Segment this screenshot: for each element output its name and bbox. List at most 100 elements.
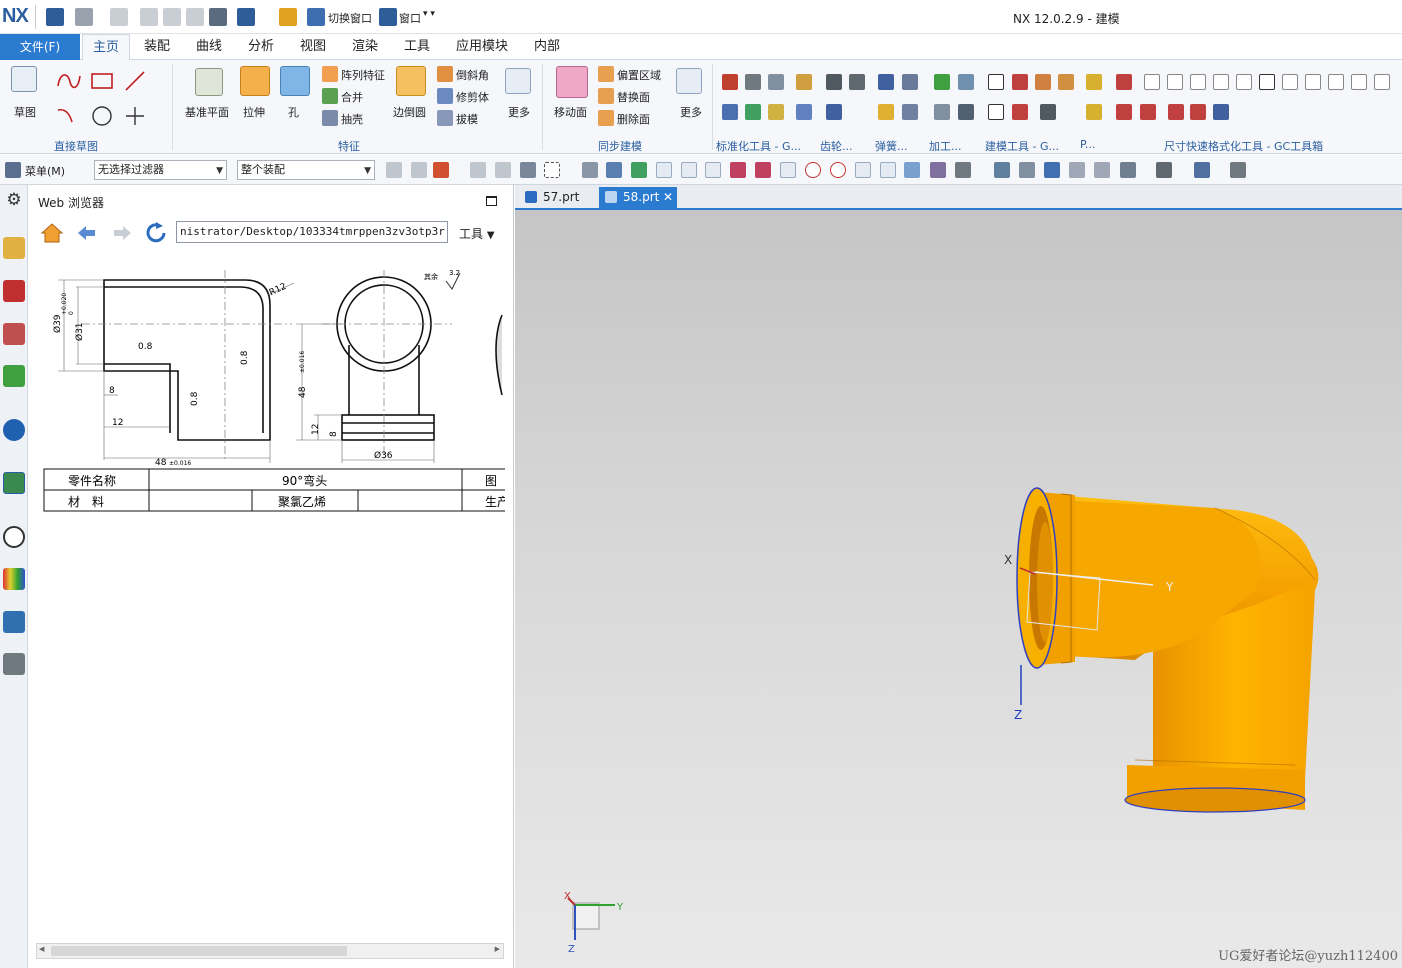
tab-internal[interactable]: 内部 <box>526 34 568 60</box>
snap-icon[interactable] <box>904 162 920 178</box>
modeling-tool-icon[interactable] <box>988 104 1004 120</box>
snap-icon[interactable] <box>955 162 971 178</box>
graphics-viewport[interactable]: X Y Z X Y Z UG爱好者论坛@yuzh112400 <box>515 210 1402 968</box>
more-features-label[interactable]: 更多 <box>508 104 530 120</box>
edit-icon[interactable] <box>279 8 297 26</box>
edge-blend-label[interactable]: 边倒圆 <box>393 104 426 120</box>
dim-format-icon[interactable] <box>1236 74 1252 90</box>
unite-label[interactable]: 合并 <box>341 89 363 105</box>
snap-icon[interactable] <box>805 162 821 178</box>
snap-icon[interactable] <box>880 162 896 178</box>
select-rectangle-icon[interactable] <box>544 162 560 178</box>
snap-icon[interactable] <box>631 162 647 178</box>
cut-icon[interactable] <box>140 8 158 26</box>
hole-label[interactable]: 孔 <box>288 104 299 120</box>
extrude-label[interactable]: 拉伸 <box>243 104 265 120</box>
repeat-command-icon[interactable] <box>209 8 227 26</box>
more-sync-icon[interactable] <box>676 68 702 94</box>
replace-face-label[interactable]: 替换面 <box>617 89 650 105</box>
dim-format-icon[interactable] <box>1259 74 1275 90</box>
snap-icon[interactable] <box>705 162 721 178</box>
edge-blend-icon[interactable] <box>396 66 426 96</box>
tab-tools[interactable]: 工具 <box>396 34 438 60</box>
dim-format-icon[interactable] <box>1374 74 1390 90</box>
std-tool-icon[interactable] <box>745 104 761 120</box>
sketch-curves-icons[interactable] <box>54 68 154 128</box>
view-icon[interactable] <box>1120 162 1136 178</box>
more-sync-label[interactable]: 更多 <box>680 104 702 120</box>
scroll-right-icon[interactable]: ▶ <box>495 945 500 953</box>
switch-window-icon[interactable] <box>307 8 325 26</box>
dim-format-icon[interactable] <box>1167 74 1183 90</box>
selection-scope-select[interactable]: 整个装配 ▼ <box>237 160 375 180</box>
menu-icon[interactable] <box>5 162 21 178</box>
dim-format-icon[interactable] <box>1213 104 1229 120</box>
sketch-icon[interactable] <box>11 66 37 92</box>
chamfer-icon[interactable] <box>437 66 453 82</box>
scroll-left-icon[interactable]: ◀ <box>39 945 44 953</box>
touch-mode-icon[interactable] <box>237 8 255 26</box>
dim-format-icon[interactable] <box>1168 104 1184 120</box>
dim-format-icon[interactable] <box>1144 74 1160 90</box>
sketch-label[interactable]: 草图 <box>14 104 36 120</box>
window-dropdown-icon[interactable]: ▾ ▾ <box>423 9 435 19</box>
dim-format-icon[interactable] <box>1328 74 1344 90</box>
machining-tool-icon[interactable] <box>958 104 974 120</box>
p-tool-icon[interactable] <box>1086 74 1102 90</box>
view-icon[interactable] <box>1230 162 1246 178</box>
modeling-tool-icon[interactable] <box>1012 74 1028 90</box>
dim-format-icon[interactable] <box>1351 74 1367 90</box>
snap-icon[interactable] <box>411 162 427 178</box>
std-tool-icon[interactable] <box>796 74 812 90</box>
render-style-icon[interactable] <box>1156 162 1172 178</box>
dim-format-icon[interactable] <box>1116 74 1132 90</box>
std-tool-icon[interactable] <box>722 104 738 120</box>
tab-render[interactable]: 渲染 <box>344 34 386 60</box>
std-tool-icon[interactable] <box>768 74 784 90</box>
tab-part-57[interactable]: 57.prt <box>519 187 595 208</box>
modeling-tool-icon[interactable] <box>1035 74 1051 90</box>
web-browser-icon[interactable] <box>3 472 25 494</box>
elbow-3d-model[interactable]: X Y Z X Y Z <box>515 210 1402 968</box>
tab-home[interactable]: 主页 <box>82 34 130 60</box>
snap-icon[interactable] <box>930 162 946 178</box>
scrollbar-thumb[interactable] <box>51 946 347 956</box>
snap-icon[interactable] <box>755 162 771 178</box>
save-icon[interactable] <box>46 8 64 26</box>
datum-plane-icon[interactable] <box>195 68 223 96</box>
offset-region-label[interactable]: 偏置区域 <box>617 67 661 83</box>
snap-icon[interactable] <box>730 162 746 178</box>
draft-label[interactable]: 拔模 <box>456 111 478 127</box>
snap-icon[interactable] <box>582 162 598 178</box>
back-arrow-icon[interactable] <box>78 226 95 240</box>
spring-tool-icon[interactable] <box>902 104 918 120</box>
snap-icon[interactable] <box>780 162 796 178</box>
system-materials-icon[interactable] <box>3 568 25 590</box>
dim-format-icon[interactable] <box>1190 74 1206 90</box>
machining-tool-icon[interactable] <box>958 74 974 90</box>
constraint-navigator-icon[interactable] <box>3 280 25 302</box>
std-tool-icon[interactable] <box>768 104 784 120</box>
dim-format-icon[interactable] <box>1305 74 1321 90</box>
settings-gear-icon[interactable]: ⚙ <box>3 190 25 212</box>
snap-icon[interactable] <box>470 162 486 178</box>
pattern-feature-icon[interactable] <box>322 66 338 82</box>
tab-view[interactable]: 视图 <box>292 34 334 60</box>
gear-tool-icon[interactable] <box>826 74 842 90</box>
datum-plane-label[interactable]: 基准平面 <box>185 104 229 120</box>
close-icon[interactable]: ✕ <box>663 187 673 208</box>
assembly-navigator-icon[interactable] <box>3 237 25 259</box>
trim-body-icon[interactable] <box>437 88 453 104</box>
offset-region-icon[interactable] <box>598 66 614 82</box>
view-orientation-icon[interactable] <box>1194 162 1210 178</box>
gear-tool-icon[interactable] <box>849 74 865 90</box>
delete-face-icon[interactable] <box>598 110 614 126</box>
snap-icon[interactable] <box>656 162 672 178</box>
selection-filter-select[interactable]: 无选择过滤器 ▼ <box>94 160 227 180</box>
view-icon[interactable] <box>1019 162 1035 178</box>
machining-tool-icon[interactable] <box>934 74 950 90</box>
modeling-tool-icon[interactable] <box>1058 74 1074 90</box>
window-menu-label[interactable]: 窗口 <box>399 10 421 26</box>
snap-icon[interactable] <box>855 162 871 178</box>
shell-label[interactable]: 抽壳 <box>341 111 363 127</box>
